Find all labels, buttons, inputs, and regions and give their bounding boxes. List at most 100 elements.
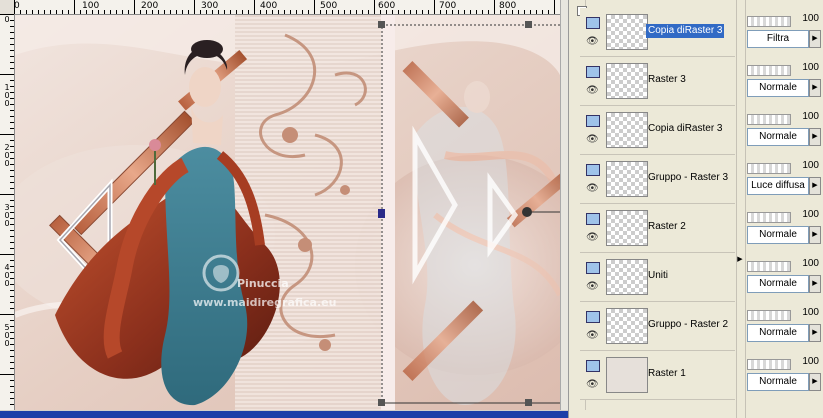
layer-controls: 100 Normale ▶	[747, 106, 821, 154]
ruler-label-500: 500	[320, 1, 338, 11]
blend-mode-select[interactable]: Normale	[747, 128, 809, 146]
layer-row[interactable]: 👁 Gruppo - Raster 2	[580, 302, 735, 351]
vruler-label-400: 4 0 0	[4, 263, 10, 288]
opacity-slider[interactable]	[747, 261, 791, 272]
blend-dropdown-arrow-icon[interactable]: ▶	[809, 275, 821, 293]
layer-name[interactable]: Uniti	[646, 269, 670, 283]
watermark-logo-icon	[201, 253, 241, 293]
opacity-slider[interactable]	[747, 114, 791, 125]
layer-thumbnail	[606, 112, 648, 148]
layer-name[interactable]: Gruppo - Raster 2	[646, 318, 730, 332]
layer-row[interactable]: 👁 Copia diRaster 3	[580, 8, 735, 57]
layer-thumbnail	[606, 161, 648, 197]
ruler-top: 0 100 200 300 400 500 600 700 800	[14, 0, 560, 15]
opacity-value: 100	[802, 62, 819, 73]
blend-dropdown-arrow-icon[interactable]: ▶	[809, 324, 821, 342]
layer-name[interactable]: Raster 1	[646, 367, 688, 381]
visibility-eye-icon[interactable]: 👁	[586, 36, 599, 47]
layer-type-icon	[586, 262, 600, 274]
blend-mode-select[interactable]: Normale	[747, 79, 809, 97]
layer-controls: 100 Normale ▶	[747, 204, 821, 252]
visibility-eye-icon[interactable]: 👁	[586, 134, 599, 145]
visibility-eye-icon[interactable]: 👁	[586, 330, 599, 341]
opacity-value: 100	[802, 356, 819, 367]
layer-thumbnail	[606, 63, 648, 99]
ruler-corner	[0, 0, 15, 15]
vruler-label-200: 2 0 0	[4, 143, 10, 168]
layer-row[interactable]: 👁 Raster 2	[580, 204, 735, 253]
layer-type-icon	[586, 213, 600, 225]
opacity-slider[interactable]	[747, 310, 791, 321]
canvas-horizontal-scrollbar[interactable]	[0, 411, 568, 418]
blend-mode-select[interactable]: Normale	[747, 275, 809, 293]
layer-name[interactable]: Raster 2	[646, 220, 688, 234]
vruler-label-500: 5 0 0	[4, 323, 10, 348]
layer-name[interactable]: Raster 3	[646, 73, 688, 87]
blend-mode-select[interactable]: Filtra	[747, 30, 809, 48]
layer-row[interactable]: 👁 Uniti	[580, 253, 735, 302]
layer-type-icon	[586, 311, 600, 323]
opacity-value: 100	[802, 209, 819, 220]
vruler-label-0: 0	[4, 15, 10, 24]
blend-mode-select[interactable]: Normale	[747, 324, 809, 342]
ruler-label-800: 800	[499, 1, 517, 11]
layer-name[interactable]: Copia diRaster 3	[646, 24, 725, 38]
layer-name[interactable]: Gruppo - Raster 3	[646, 171, 730, 185]
opacity-slider[interactable]	[747, 163, 791, 174]
watermark-url: www.maidiregrafica.eu	[193, 296, 337, 309]
ruler-label-600: 600	[378, 1, 396, 11]
opacity-value: 100	[802, 160, 819, 171]
opacity-value: 100	[802, 307, 819, 318]
layer-type-icon	[586, 115, 600, 127]
visibility-eye-icon[interactable]: 👁	[586, 281, 599, 292]
layer-thumbnail	[606, 357, 648, 393]
panel-divider[interactable]	[736, 0, 746, 418]
layer-type-icon	[586, 164, 600, 176]
visibility-eye-icon[interactable]: 👁	[586, 232, 599, 243]
opacity-slider[interactable]	[747, 16, 791, 27]
ruler-label-300: 300	[201, 1, 219, 11]
artwork	[15, 15, 560, 410]
canvas-panel: 0 100 200 300 400 500 600 700 800 0 1 0 …	[0, 0, 569, 418]
blend-dropdown-arrow-icon[interactable]: ▶	[809, 177, 821, 195]
layer-controls: 100 Normale ▶	[747, 253, 821, 301]
blend-mode-select[interactable]: Normale	[747, 226, 809, 244]
layer-thumbnail	[606, 14, 648, 50]
layer-controls: 100 Luce diffusa ▶	[747, 155, 821, 203]
blend-mode-select[interactable]: Normale	[747, 373, 809, 391]
blend-dropdown-arrow-icon[interactable]: ▶	[809, 79, 821, 97]
layer-row[interactable]: 👁 Raster 3	[580, 57, 735, 106]
layer-row[interactable]: 👁 Gruppo - Raster 3	[580, 155, 735, 204]
layer-type-icon	[586, 360, 600, 372]
layer-name[interactable]: Copia diRaster 3	[646, 122, 724, 136]
layer-type-icon	[586, 66, 600, 78]
layer-thumbnail	[606, 210, 648, 246]
layer-row[interactable]: 👁 Copia diRaster 3	[580, 106, 735, 155]
opacity-slider[interactable]	[747, 212, 791, 223]
watermark-name: Pinuccia	[237, 277, 289, 290]
ruler-label-400: 400	[260, 1, 278, 11]
blend-dropdown-arrow-icon[interactable]: ▶	[809, 226, 821, 244]
visibility-eye-icon[interactable]: 👁	[586, 183, 599, 194]
opacity-slider[interactable]	[747, 65, 791, 76]
layer-thumbnail	[606, 308, 648, 344]
layer-controls: 100 Normale ▶	[747, 57, 821, 105]
visibility-eye-icon[interactable]: 👁	[586, 85, 599, 96]
visibility-eye-icon[interactable]: 👁	[586, 379, 599, 390]
blend-dropdown-arrow-icon[interactable]: ▶	[809, 373, 821, 391]
ruler-label-700: 700	[439, 1, 457, 11]
opacity-slider[interactable]	[747, 359, 791, 370]
layer-type-icon	[586, 17, 600, 29]
image-canvas[interactable]: Pinuccia www.maidiregrafica.eu	[15, 15, 560, 410]
layer-row[interactable]: 👁 Raster 1	[580, 351, 735, 400]
layer-controls: 100 Normale ▶	[747, 302, 821, 350]
blend-dropdown-arrow-icon[interactable]: ▶	[809, 30, 821, 48]
blend-mode-select[interactable]: Luce diffusa	[747, 177, 809, 195]
layer-controls: 100 Filtra ▶	[747, 8, 821, 56]
divider-arrow-icon[interactable]: ▶	[737, 250, 743, 270]
blend-dropdown-arrow-icon[interactable]: ▶	[809, 128, 821, 146]
ruler-left: 0 1 0 0 2 0 0 3 0 0 4 0 0 5 0 0	[0, 14, 15, 410]
ruler-label-0: 0	[14, 1, 20, 11]
ruler-label-200: 200	[141, 1, 159, 11]
vruler-label-100: 1 0 0	[4, 83, 10, 108]
